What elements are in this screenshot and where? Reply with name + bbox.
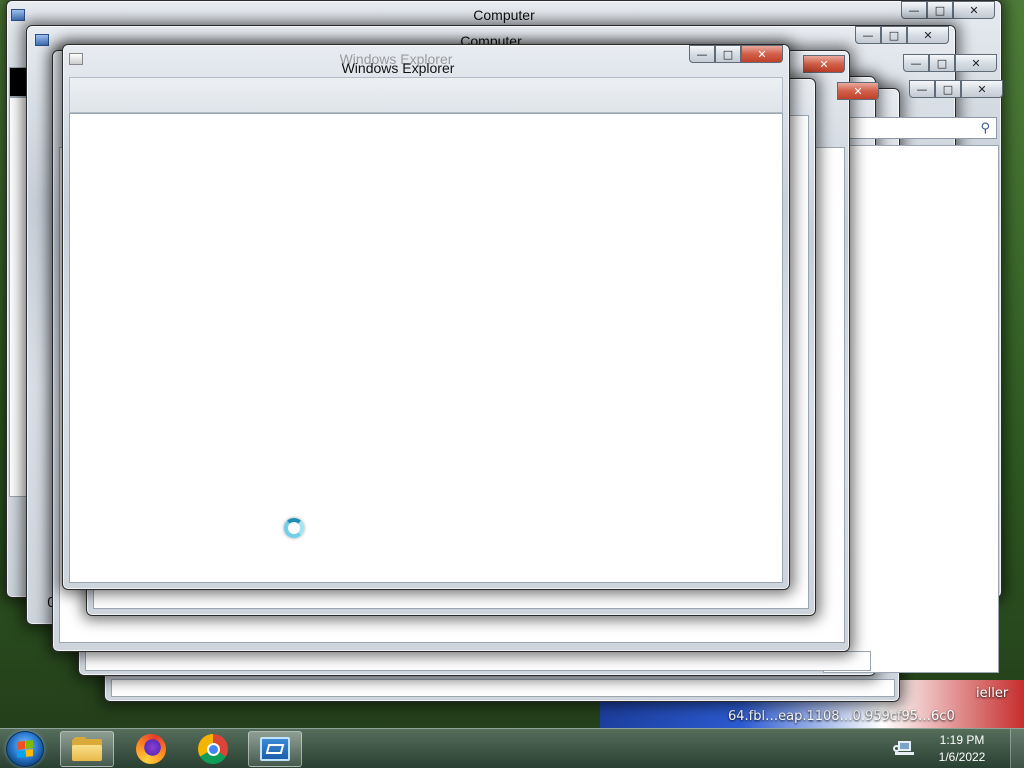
window-title: Computer (473, 7, 535, 23)
maximize-button[interactable]: □ (881, 26, 907, 44)
close-button[interactable]: ✕ (741, 45, 783, 63)
taskbar-firefox-button[interactable] (124, 731, 178, 767)
caption-buttons: — □ ✕ (903, 54, 997, 72)
minimize-button[interactable]: — (689, 45, 715, 63)
minimize-button[interactable]: — (901, 1, 927, 19)
maximize-button[interactable]: □ (929, 54, 955, 72)
maximize-button[interactable]: □ (935, 80, 961, 98)
window-content (69, 113, 783, 583)
start-button[interactable] (6, 731, 44, 767)
firefox-icon (136, 734, 166, 764)
caption-buttons: — □ ✕ (909, 80, 1003, 98)
busy-cursor-icon (284, 518, 304, 538)
caption-buttons: — □ ✕ (901, 1, 995, 19)
search-icon[interactable]: ⚲ (980, 121, 990, 136)
clock-time: 1:19 PM (939, 733, 985, 747)
windows-explorer-window[interactable]: Windows Explorer Windows Explorer — □ ✕ (62, 44, 790, 590)
clock-date: 1/6/2022 (938, 750, 986, 764)
show-desktop-button[interactable] (1010, 729, 1024, 768)
network-icon[interactable] (892, 740, 914, 758)
maximize-button[interactable]: □ (927, 1, 953, 19)
system-tray: 1:19 PM 1/6/2022 (892, 729, 1024, 768)
close-button[interactable]: ✕ (961, 80, 1003, 98)
close-button[interactable]: ✕ (837, 82, 879, 100)
minimize-button[interactable]: — (855, 26, 881, 44)
chrome-icon (198, 734, 228, 764)
caption-buttons: — □ ✕ (689, 45, 783, 63)
caption-buttons: — □ ✕ (855, 26, 949, 44)
toolbar-area (69, 77, 783, 113)
maximize-button[interactable]: □ (715, 45, 741, 63)
taskbar-remote-desktop-button[interactable] (248, 731, 302, 767)
close-button[interactable]: ✕ (803, 55, 845, 73)
folder-icon (72, 737, 102, 761)
close-button[interactable]: ✕ (955, 54, 997, 72)
window-content (111, 679, 895, 697)
taskbar: 1:19 PM 1/6/2022 (0, 728, 1024, 768)
remote-desktop-icon (260, 737, 290, 761)
minimize-button[interactable]: — (903, 54, 929, 72)
window-content (85, 651, 871, 671)
taskbar-explorer-button[interactable] (60, 731, 114, 767)
taskbar-chrome-button[interactable] (186, 731, 240, 767)
close-button[interactable]: ✕ (953, 1, 995, 19)
desktop-label-partial[interactable]: ieller (976, 686, 1008, 701)
window-title: Windows Explorer (341, 60, 455, 76)
close-button[interactable]: ✕ (907, 26, 949, 44)
minimize-button[interactable]: — (909, 80, 935, 98)
windows-logo-icon (17, 740, 33, 758)
clock[interactable]: 1:19 PM 1/6/2022 (924, 732, 1000, 766)
desktop-label-filename[interactable]: 64.fbl…eap.1108…0.959cf95…6c0 (728, 709, 955, 724)
